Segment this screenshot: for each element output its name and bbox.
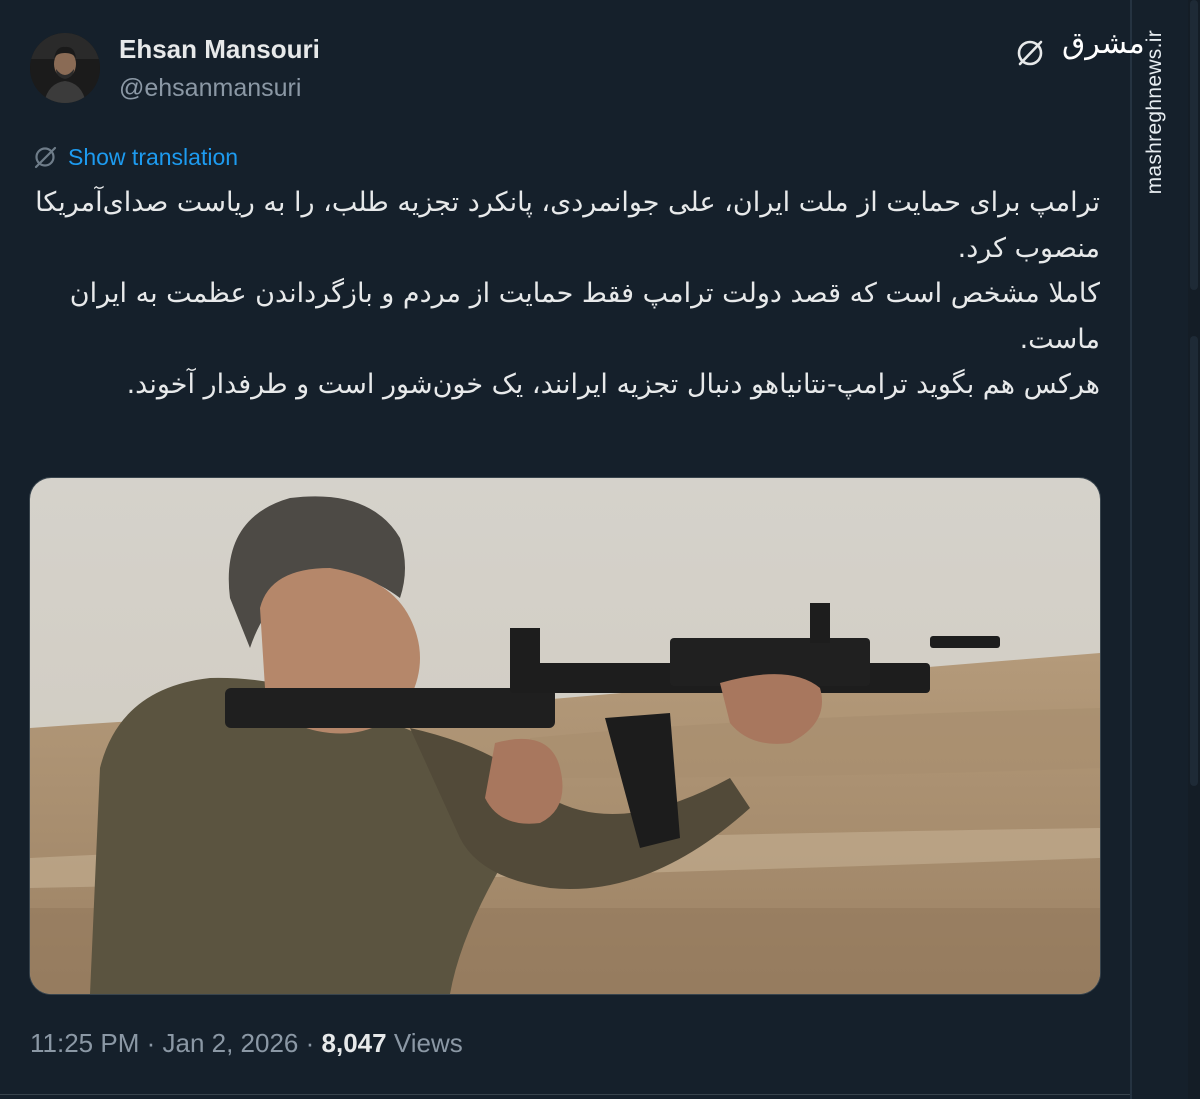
views-label: Views [393, 1028, 463, 1058]
bottom-divider [0, 1094, 1130, 1095]
meta-separator-2: · [305, 1028, 315, 1058]
author-display-name[interactable]: Ehsan Mansouri [119, 34, 320, 65]
translate-icon [34, 146, 57, 169]
media-photo [30, 478, 1100, 994]
tweet-paragraph-2: کاملا مشخص است که قصد دولت ترامپ فقط حما… [69, 278, 1100, 355]
tweet-media[interactable] [29, 477, 1101, 995]
tweet-meta: 11:25 PM · Jan 2, 2026 · 8,047 Views [30, 1028, 463, 1059]
scrollbar-thumb-secondary[interactable] [1190, 336, 1198, 786]
tweet-date[interactable]: Jan 2, 2026 [163, 1028, 299, 1058]
show-translation-label[interactable]: Show translation [68, 144, 238, 171]
watermark-site: mashreghnews.ir [1143, 30, 1166, 195]
grok-icon[interactable] [1013, 36, 1047, 70]
tweet-screenshot: mashreghnews.ir مشرق Ehsan Mansouri @ehs… [0, 0, 1200, 1099]
tweet-paragraph-1: ترامپ برای حمایت از ملت ایران، علی جوانم… [35, 187, 1100, 264]
meta-separator: · [146, 1028, 156, 1058]
views-count: 8,047 [321, 1028, 387, 1058]
show-translation-button[interactable]: Show translation [32, 142, 238, 172]
tweet-text: ترامپ برای حمایت از ملت ایران، علی جوانم… [30, 180, 1100, 408]
column-divider [1130, 0, 1132, 1099]
tweet-paragraph-3: هرکس هم بگوید ترامپ-نتانیاهو دنبال تجزیه… [126, 369, 1100, 400]
author-handle[interactable]: @ehsanmansuri [119, 74, 301, 103]
tweet-time[interactable]: 11:25 PM [30, 1028, 139, 1058]
scrollbar-thumb[interactable] [1190, 0, 1198, 290]
avatar-image [30, 33, 100, 103]
watermark-logo: مشرق [1062, 26, 1145, 61]
avatar[interactable] [30, 33, 100, 103]
